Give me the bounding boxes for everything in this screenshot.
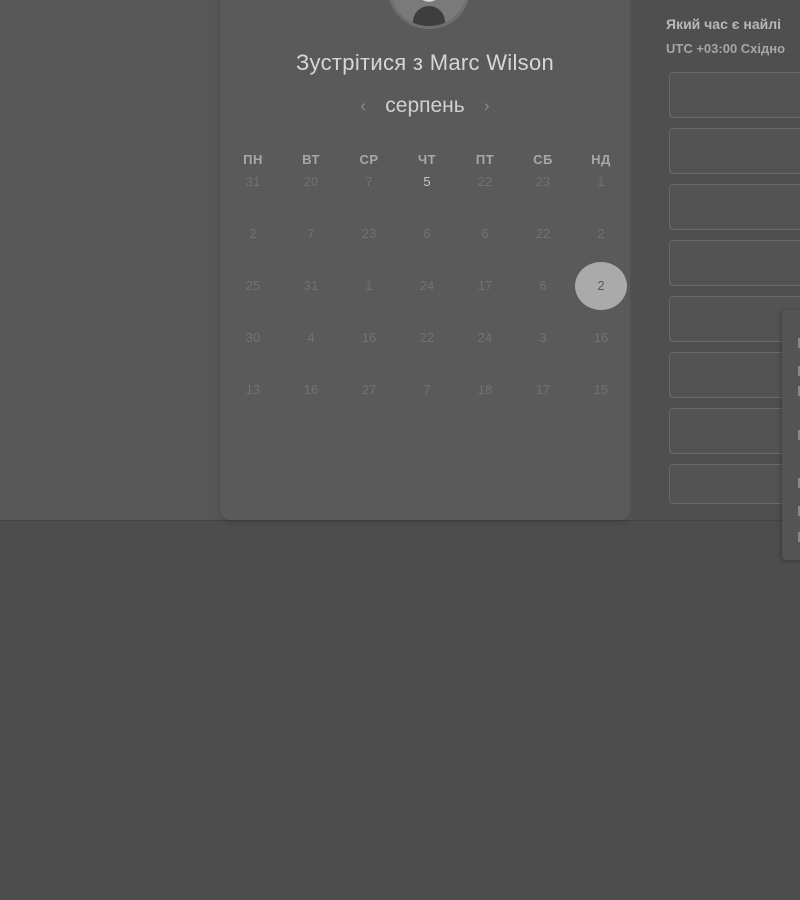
weekday-thu: ЧТ [417,152,437,167]
selected-day-number: 2 [597,278,605,293]
calendar-day: 15 [593,382,609,397]
calendar-week: 2 7 23 6 6 22 2 [224,222,630,246]
weekday-tue: ВТ [302,152,320,167]
time-slot-button[interactable] [669,128,800,174]
calendar-day-available[interactable]: 5 [398,170,456,194]
time-slot-button[interactable] [669,240,800,286]
calendar-day: 30 [245,330,261,345]
weekday-sun: НД [591,152,611,167]
calendar-day: 17 [477,278,493,293]
calendar-day: 17 [535,382,551,397]
calendar-day: 7 [423,382,431,397]
time-slot-panel: Який час є найлі UTC +03:00 Східно [632,0,800,520]
month-label: серпень [385,94,465,117]
calendar-day: 23 [361,226,377,241]
calendar-day: 22 [535,226,551,241]
calendar-day: 25 [245,278,261,293]
calendar-day: 2 [597,226,605,241]
calendar-day: 31 [245,174,261,189]
time-slot-button[interactable] [669,408,800,454]
meeting-title: Зустрітися з Marc Wilson [295,50,555,75]
time-slot-button[interactable] [669,352,800,398]
calendar-day: 22 [419,330,435,345]
weekday-wed: СР [359,152,379,167]
calendar-week: 25 31 1 24 17 6 2 [224,262,630,310]
chevron-left-icon[interactable]: ‹ [355,96,371,116]
chevron-right-icon[interactable]: › [479,96,495,116]
calendar-day: 16 [303,382,319,397]
calendar-day: 6 [423,226,431,241]
time-slot-button[interactable] [669,184,800,230]
time-slot-button[interactable] [669,296,800,342]
calendar-day: 22 [477,174,493,189]
weekday-header: ПН ВТ СР ЧТ ПТ СБ НД [224,152,630,167]
calendar-day: 16 [361,330,377,345]
host-avatar [388,0,470,29]
calendar-day: 24 [419,278,435,293]
time-slot-button[interactable] [669,464,800,504]
month-navigation: ‹ серпень › [220,94,630,118]
calendar-day: 4 [307,330,315,345]
calendar-day: 3 [539,330,547,345]
calendar-card: Зустрітися з Marc Wilson ‹ серпень › ПН … [220,0,630,520]
weekday-fri: ПТ [475,152,495,167]
calendar-day: 2 [249,226,257,241]
calendar-day: 1 [597,174,605,189]
calendar-day: 7 [365,174,373,189]
avatar-figure [413,6,445,26]
overlay-popup-edge [782,310,800,560]
weekday-mon: ПН [243,152,263,167]
time-question-heading: Який час є найлі [666,16,782,32]
weekday-sat: СБ [533,152,553,167]
calendar-week: 31 20 7 5 22 23 1 [224,170,630,194]
calendar-week: 13 16 27 7 18 17 15 [224,378,630,402]
calendar-day-selected[interactable]: 2 [572,262,630,310]
calendar-day: 20 [303,174,319,189]
calendar-day: 13 [245,382,261,397]
calendar-day: 6 [539,278,547,293]
calendar-day: 31 [303,278,319,293]
timezone-label[interactable]: UTC +03:00 Східно [666,41,785,56]
calendar-day: 18 [477,382,493,397]
time-slot-button[interactable] [669,72,800,118]
calendar-day: 16 [593,330,609,345]
calendar-day: 1 [365,278,373,293]
calendar-week: 30 4 16 22 24 3 16 [224,326,630,350]
screen: Зустрітися з Marc Wilson ‹ серпень › ПН … [0,0,800,900]
calendar-day: 7 [307,226,315,241]
calendar-day: 23 [535,174,551,189]
calendar-day: 6 [481,226,489,241]
calendar-day: 27 [361,382,377,397]
calendar-day: 24 [477,330,493,345]
